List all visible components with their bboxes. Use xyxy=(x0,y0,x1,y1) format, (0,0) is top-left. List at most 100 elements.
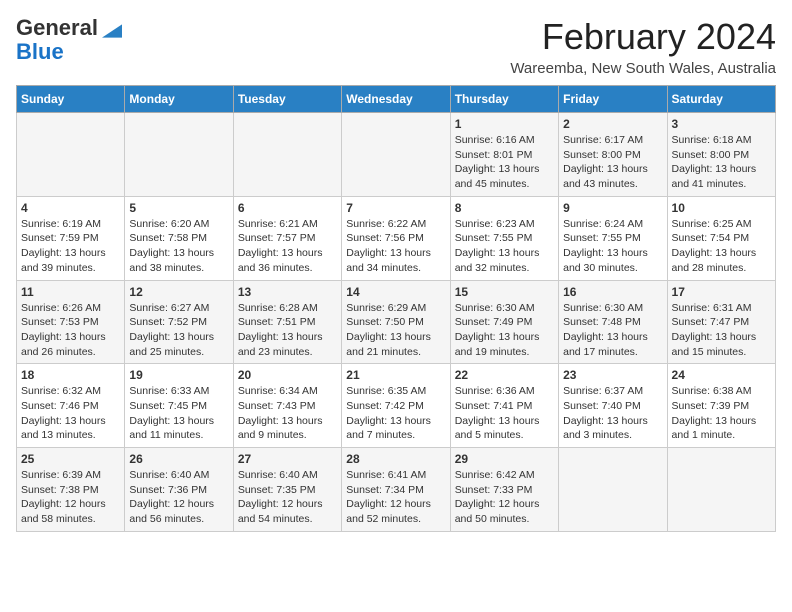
calendar-cell: 25 Sunrise: 6:39 AM Sunset: 7:38 PM Dayli… xyxy=(17,448,125,532)
calendar-cell: 16 Sunrise: 6:30 AM Sunset: 7:48 PM Dayli… xyxy=(559,280,667,364)
calendar-cell: 10 Sunrise: 6:25 AM Sunset: 7:54 PM Dayli… xyxy=(667,196,775,280)
calendar-cell: 22Sunrise: 6:36 AM Sunset: 7:41 PM Dayli… xyxy=(450,364,558,448)
day-detail: Sunrise: 6:31 AM Sunset: 7:47 PM Dayligh… xyxy=(672,301,771,360)
day-number: 20 xyxy=(238,368,337,382)
day-detail: Sunrise: 6:35 AM Sunset: 7:42 PM Dayligh… xyxy=(346,384,445,443)
title-block: February 2024 Wareemba, New South Wales,… xyxy=(510,16,776,77)
column-header-tuesday: Tuesday xyxy=(233,86,341,113)
day-number: 1 xyxy=(455,117,554,131)
day-number: 19 xyxy=(129,368,228,382)
column-header-saturday: Saturday xyxy=(667,86,775,113)
day-detail: Sunrise: 6:17 AM Sunset: 8:00 PM Dayligh… xyxy=(563,133,662,192)
column-header-wednesday: Wednesday xyxy=(342,86,450,113)
day-number: 27 xyxy=(238,452,337,466)
calendar-table: SundayMondayTuesdayWednesdayThursdayFrid… xyxy=(16,85,776,532)
column-header-thursday: Thursday xyxy=(450,86,558,113)
day-detail: Sunrise: 6:23 AM Sunset: 7:55 PM Dayligh… xyxy=(455,217,554,276)
column-header-monday: Monday xyxy=(125,86,233,113)
month-title: February 2024 xyxy=(510,16,776,58)
calendar-cell: 24Sunrise: 6:38 AM Sunset: 7:39 PM Dayli… xyxy=(667,364,775,448)
day-number: 6 xyxy=(238,201,337,215)
day-number: 18 xyxy=(21,368,120,382)
day-detail: Sunrise: 6:26 AM Sunset: 7:53 PM Dayligh… xyxy=(21,301,120,360)
day-number: 15 xyxy=(455,285,554,299)
calendar-cell: 7Sunrise: 6:22 AM Sunset: 7:56 PM Daylig… xyxy=(342,196,450,280)
day-number: 12 xyxy=(129,285,228,299)
calendar-cell: 18 Sunrise: 6:32 AM Sunset: 7:46 PM Dayli… xyxy=(17,364,125,448)
day-detail: Sunrise: 6:37 AM Sunset: 7:40 PM Dayligh… xyxy=(563,384,662,443)
day-number: 10 xyxy=(672,201,771,215)
week-row-3: 18 Sunrise: 6:32 AM Sunset: 7:46 PM Dayli… xyxy=(17,364,776,448)
day-number: 9 xyxy=(563,201,662,215)
day-detail: Sunrise: 6:30 AM Sunset: 7:48 PM Dayligh… xyxy=(563,301,662,360)
logo-text: GeneralBlue xyxy=(16,16,98,64)
day-detail: Sunrise: 6:34 AM Sunset: 7:43 PM Dayligh… xyxy=(238,384,337,443)
calendar-cell: 19 Sunrise: 6:33 AM Sunset: 7:45 PM Dayli… xyxy=(125,364,233,448)
day-detail: Sunrise: 6:40 AM Sunset: 7:36 PM Dayligh… xyxy=(129,468,228,527)
calendar-cell: 14Sunrise: 6:29 AM Sunset: 7:50 PM Dayli… xyxy=(342,280,450,364)
calendar-cell: 17 Sunrise: 6:31 AM Sunset: 7:47 PM Dayli… xyxy=(667,280,775,364)
header-row: SundayMondayTuesdayWednesdayThursdayFrid… xyxy=(17,86,776,113)
location-subtitle: Wareemba, New South Wales, Australia xyxy=(510,60,776,77)
day-number: 4 xyxy=(21,201,120,215)
day-detail: Sunrise: 6:25 AM Sunset: 7:54 PM Dayligh… xyxy=(672,217,771,276)
calendar-cell xyxy=(667,448,775,532)
calendar-cell xyxy=(342,113,450,197)
day-detail: Sunrise: 6:33 AM Sunset: 7:45 PM Dayligh… xyxy=(129,384,228,443)
day-detail: Sunrise: 6:20 AM Sunset: 7:58 PM Dayligh… xyxy=(129,217,228,276)
calendar-cell: 3 Sunrise: 6:18 AM Sunset: 8:00 PM Daylig… xyxy=(667,113,775,197)
day-number: 11 xyxy=(21,285,120,299)
column-header-friday: Friday xyxy=(559,86,667,113)
calendar-cell: 26 Sunrise: 6:40 AM Sunset: 7:36 PM Dayli… xyxy=(125,448,233,532)
day-number: 21 xyxy=(346,368,445,382)
day-number: 24 xyxy=(672,368,771,382)
calendar-cell: 11 Sunrise: 6:26 AM Sunset: 7:53 PM Dayli… xyxy=(17,280,125,364)
calendar-cell xyxy=(17,113,125,197)
day-detail: Sunrise: 6:24 AM Sunset: 7:55 PM Dayligh… xyxy=(563,217,662,276)
day-number: 13 xyxy=(238,285,337,299)
day-detail: Sunrise: 6:42 AM Sunset: 7:33 PM Dayligh… xyxy=(455,468,554,527)
day-number: 16 xyxy=(563,285,662,299)
logo-icon xyxy=(102,24,122,38)
day-detail: Sunrise: 6:41 AM Sunset: 7:34 PM Dayligh… xyxy=(346,468,445,527)
calendar-cell: 5 Sunrise: 6:20 AM Sunset: 7:58 PM Daylig… xyxy=(125,196,233,280)
day-detail: Sunrise: 6:39 AM Sunset: 7:38 PM Dayligh… xyxy=(21,468,120,527)
day-number: 8 xyxy=(455,201,554,215)
calendar-cell: 1 Sunrise: 6:16 AM Sunset: 8:01 PM Daylig… xyxy=(450,113,558,197)
day-detail: Sunrise: 6:30 AM Sunset: 7:49 PM Dayligh… xyxy=(455,301,554,360)
calendar-cell: 8 Sunrise: 6:23 AM Sunset: 7:55 PM Daylig… xyxy=(450,196,558,280)
day-detail: Sunrise: 6:16 AM Sunset: 8:01 PM Dayligh… xyxy=(455,133,554,192)
day-number: 3 xyxy=(672,117,771,131)
day-number: 17 xyxy=(672,285,771,299)
week-row-2: 11 Sunrise: 6:26 AM Sunset: 7:53 PM Dayli… xyxy=(17,280,776,364)
day-detail: Sunrise: 6:22 AM Sunset: 7:56 PM Dayligh… xyxy=(346,217,445,276)
day-detail: Sunrise: 6:18 AM Sunset: 8:00 PM Dayligh… xyxy=(672,133,771,192)
calendar-cell: 13 Sunrise: 6:28 AM Sunset: 7:51 PM Dayli… xyxy=(233,280,341,364)
day-number: 5 xyxy=(129,201,228,215)
calendar-cell: 9 Sunrise: 6:24 AM Sunset: 7:55 PM Daylig… xyxy=(559,196,667,280)
calendar-cell: 4 Sunrise: 6:19 AM Sunset: 7:59 PM Daylig… xyxy=(17,196,125,280)
calendar-header: SundayMondayTuesdayWednesdayThursdayFrid… xyxy=(17,86,776,113)
calendar-cell: 21 Sunrise: 6:35 AM Sunset: 7:42 PM Dayli… xyxy=(342,364,450,448)
day-number: 29 xyxy=(455,452,554,466)
calendar-cell: 6 Sunrise: 6:21 AM Sunset: 7:57 PM Daylig… xyxy=(233,196,341,280)
day-detail: Sunrise: 6:28 AM Sunset: 7:51 PM Dayligh… xyxy=(238,301,337,360)
calendar-cell xyxy=(559,448,667,532)
day-number: 25 xyxy=(21,452,120,466)
day-number: 26 xyxy=(129,452,228,466)
day-number: 22 xyxy=(455,368,554,382)
column-header-sunday: Sunday xyxy=(17,86,125,113)
day-detail: Sunrise: 6:19 AM Sunset: 7:59 PM Dayligh… xyxy=(21,217,120,276)
calendar-cell: 12 Sunrise: 6:27 AM Sunset: 7:52 PM Dayli… xyxy=(125,280,233,364)
day-detail: Sunrise: 6:27 AM Sunset: 7:52 PM Dayligh… xyxy=(129,301,228,360)
calendar-cell: 2 Sunrise: 6:17 AM Sunset: 8:00 PM Daylig… xyxy=(559,113,667,197)
day-detail: Sunrise: 6:32 AM Sunset: 7:46 PM Dayligh… xyxy=(21,384,120,443)
calendar-cell: 27 Sunrise: 6:40 AM Sunset: 7:35 PM Dayli… xyxy=(233,448,341,532)
calendar-cell: 23Sunrise: 6:37 AM Sunset: 7:40 PM Dayli… xyxy=(559,364,667,448)
day-number: 2 xyxy=(563,117,662,131)
logo: GeneralBlue xyxy=(16,16,122,64)
calendar-cell xyxy=(233,113,341,197)
day-detail: Sunrise: 6:40 AM Sunset: 7:35 PM Dayligh… xyxy=(238,468,337,527)
calendar-cell: 28Sunrise: 6:41 AM Sunset: 7:34 PM Dayli… xyxy=(342,448,450,532)
day-detail: Sunrise: 6:21 AM Sunset: 7:57 PM Dayligh… xyxy=(238,217,337,276)
